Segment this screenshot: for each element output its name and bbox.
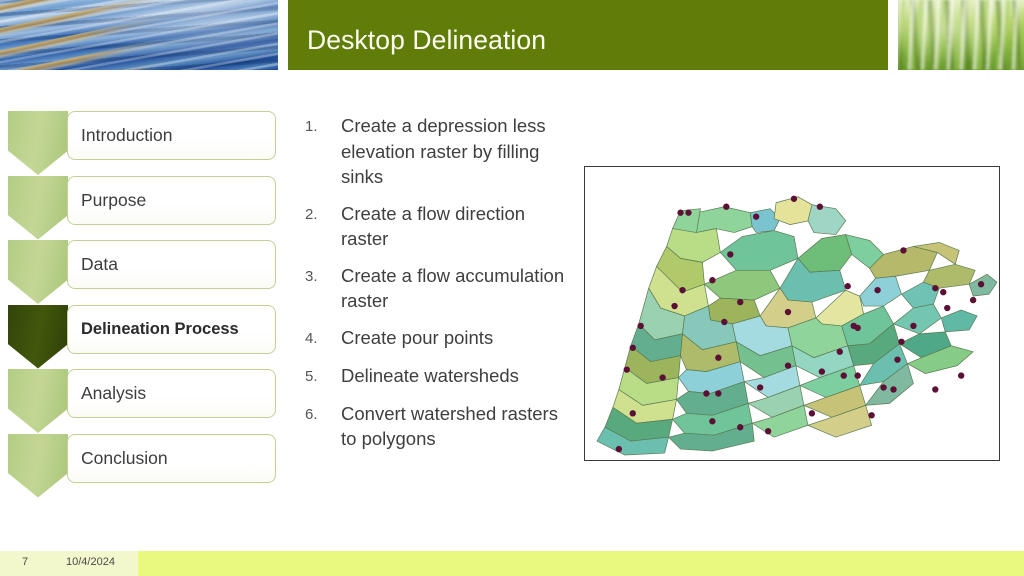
sidebar-item-box[interactable]: Conclusion	[67, 433, 276, 483]
list-item: 6. Convert watershed rasters to polygons	[305, 401, 577, 452]
list-item: 5. Delineate watersheds	[305, 363, 577, 390]
list-item: 4. Create pour points	[305, 325, 577, 352]
slide-date: 10/4/2024	[66, 556, 115, 568]
sidebar-item-conclusion[interactable]: Conclusion	[8, 433, 280, 499]
chevron-down-icon	[8, 240, 68, 304]
chevron-down-icon	[8, 111, 68, 175]
list-item: 1. Create a depression less elevation ra…	[305, 113, 577, 190]
list-item-text: Create a flow direction raster	[341, 202, 526, 250]
list-item-text: Convert watershed rasters to polygons	[341, 402, 558, 450]
sidebar-item-box[interactable]: Introduction	[67, 111, 276, 160]
list-item-number: 1.	[305, 118, 318, 135]
grass-highlight-layer	[898, 0, 1024, 70]
sidebar-item-box[interactable]: Delineation Process	[67, 304, 276, 354]
list-item-number: 5.	[305, 367, 318, 385]
watershed-delineation-map	[584, 166, 1000, 461]
sidebar-item-delineation-process[interactable]: Delineation Process	[8, 304, 280, 370]
title-banner: Desktop Delineation	[288, 0, 888, 70]
sidebar-item-box[interactable]: Purpose	[67, 175, 276, 225]
sidebar-item-label: Introduction	[81, 125, 173, 145]
sidebar-item-purpose[interactable]: Purpose	[8, 175, 280, 241]
chevron-down-icon	[8, 304, 68, 369]
watershed-map-graphic	[585, 167, 999, 460]
green-grass-photo	[898, 0, 1024, 70]
sidebar-item-label: Purpose	[81, 189, 147, 210]
list-item-text: Delineate watersheds	[341, 364, 519, 386]
slide-header-band: Desktop Delineation	[0, 0, 1024, 72]
water-highlight-layer	[0, 0, 278, 70]
list-item-number: 2.	[305, 205, 318, 223]
list-item: 3. Create a flow accumulation raster	[305, 263, 577, 314]
sidebar-item-label: Conclusion	[81, 447, 168, 468]
sidebar-item-label: Delineation Process	[81, 319, 239, 338]
slide-number: 7	[22, 556, 29, 568]
list-item-text: Create pour points	[341, 326, 494, 348]
sidebar-item-introduction[interactable]: Introduction	[8, 111, 280, 176]
list-item-number: 6.	[305, 405, 318, 423]
water-ripples-photo	[0, 0, 278, 70]
delineation-steps-list: 1. Create a depression less elevation ra…	[305, 113, 577, 463]
list-item-text: Create a flow accumulation raster	[341, 264, 565, 312]
chevron-down-icon	[8, 175, 68, 240]
list-item-number: 4.	[305, 329, 318, 347]
page-title: Desktop Delineation	[307, 25, 547, 55]
section-navigation: Introduction Purpose Data Delineation Pr…	[8, 111, 280, 498]
sidebar-item-box[interactable]: Data	[67, 240, 276, 289]
chevron-down-icon	[8, 433, 68, 498]
list-item-number: 3.	[305, 267, 318, 285]
sidebar-item-data[interactable]: Data	[8, 240, 280, 305]
list-item: 2. Create a flow direction raster	[305, 201, 577, 252]
sidebar-item-box[interactable]: Analysis	[67, 369, 276, 418]
sidebar-item-label: Analysis	[81, 383, 147, 403]
chevron-down-icon	[8, 369, 68, 433]
footer-bar-right	[138, 551, 1024, 576]
sidebar-item-label: Data	[81, 254, 118, 274]
sidebar-item-analysis[interactable]: Analysis	[8, 369, 280, 434]
list-item-text: Create a depression less elevation raste…	[341, 115, 546, 187]
